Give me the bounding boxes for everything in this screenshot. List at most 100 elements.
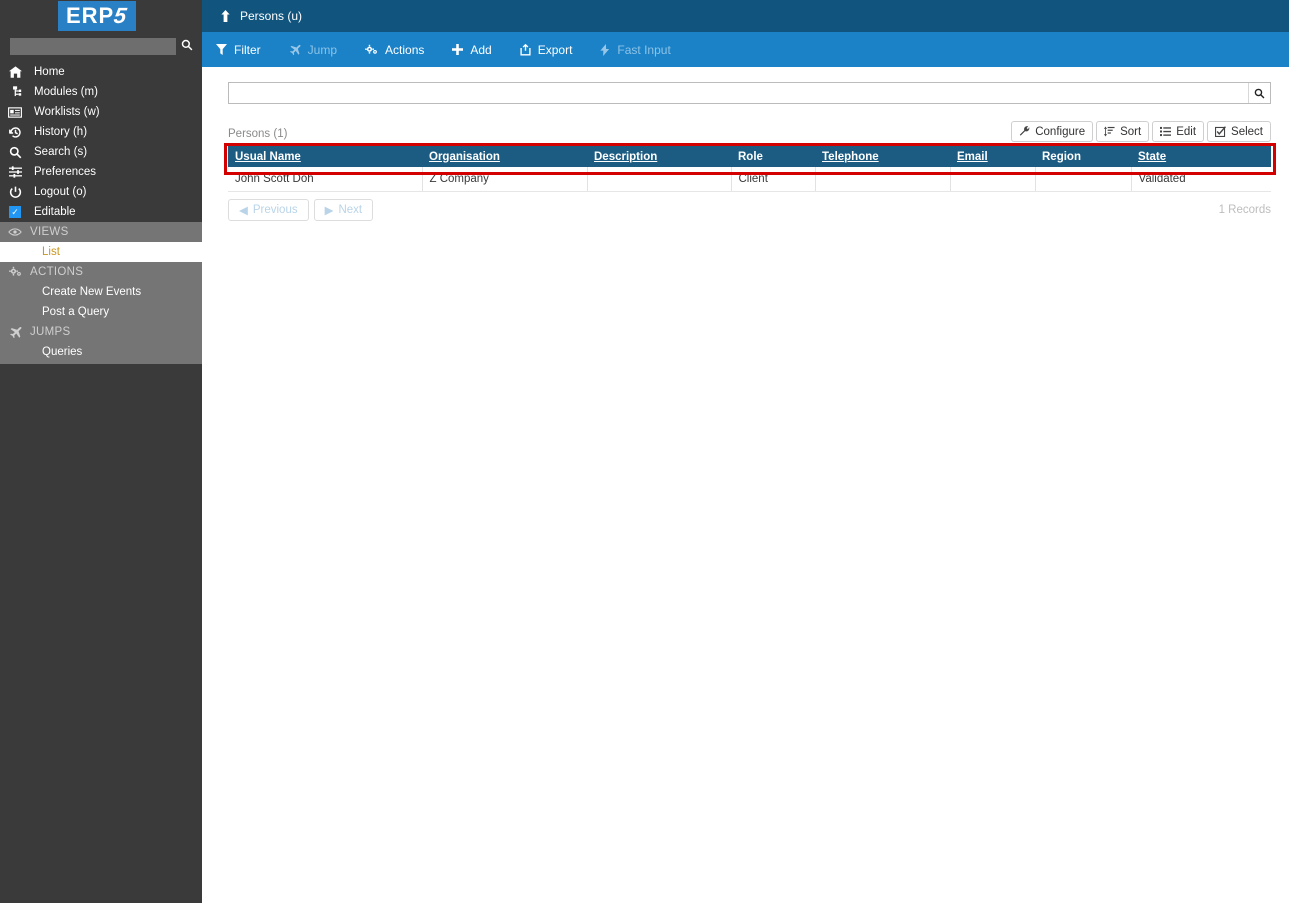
button-label: Sort — [1120, 125, 1142, 138]
sidebar-search-input[interactable] — [10, 37, 176, 55]
breadcrumb[interactable]: Persons (u) — [240, 9, 302, 23]
listing-title: Persons (1) — [228, 128, 288, 140]
logo-accent: 5 — [112, 2, 130, 28]
search-icon[interactable] — [176, 39, 198, 54]
list-icon — [1160, 126, 1172, 137]
action-label: Filter — [234, 42, 261, 57]
sidebar-section-jumps: JUMPS — [0, 322, 202, 342]
cell-description — [587, 167, 732, 192]
filter-icon — [216, 44, 227, 55]
sidebar-item-editable[interactable]: ✓ Editable — [0, 202, 202, 222]
button-label: Select — [1231, 125, 1263, 138]
logo-spacer — [0, 0, 58, 32]
action-label: Add — [470, 42, 492, 57]
column-header-region: Region — [1035, 146, 1131, 167]
sort-button[interactable]: Sort — [1096, 121, 1150, 142]
app-root: ERP 5 Home Modules (m) Worklists (w) His… — [0, 0, 1289, 903]
eye-icon — [0, 227, 30, 237]
filter-button[interactable]: Filter — [202, 32, 275, 67]
button-label: Edit — [1176, 125, 1197, 138]
arrow-up-icon[interactable] — [220, 10, 231, 22]
sidebar-item-list[interactable]: List — [0, 242, 202, 262]
column-header-state[interactable]: State — [1131, 146, 1271, 167]
sidebar-item-queries[interactable]: Queries — [0, 342, 202, 362]
sidebar-link-label: Post a Query — [42, 306, 110, 318]
edit-button[interactable]: Edit — [1152, 121, 1205, 142]
plus-icon — [452, 44, 464, 55]
sort-icon — [1104, 126, 1115, 137]
caret-left-icon: ◀ — [239, 204, 248, 217]
record-count: 1 Records — [1218, 203, 1271, 216]
sidebar-section-label: ACTIONS — [30, 266, 84, 278]
column-header-role: Role — [731, 146, 815, 167]
table-header-row: Usual Name Organisation Description Role… — [228, 146, 1271, 167]
sidebar-item-label: Home — [34, 66, 65, 78]
sidebar-item-label: History (h) — [34, 126, 88, 138]
sidebar-link-label: Queries — [42, 346, 83, 358]
sidebar-item-label: Preferences — [34, 166, 97, 178]
export-button[interactable]: Export — [506, 32, 587, 67]
action-label: Export — [537, 42, 573, 57]
listing-table: Usual Name Organisation Description Role… — [228, 146, 1271, 192]
pagination-row: ◀ Previous ▶ Next 1 Records — [228, 198, 1271, 221]
column-header-telephone[interactable]: Telephone — [815, 146, 950, 167]
sidebar-secondary-block: VIEWS List ACTIONS Create New Events Pos… — [0, 222, 202, 364]
content-area: Persons (1) Configure Sort Edit Select U… — [202, 67, 1289, 221]
column-header-email[interactable]: Email — [950, 146, 1035, 167]
search-icon[interactable] — [1248, 83, 1270, 103]
sidebar-link-label: Create New Events — [42, 286, 142, 298]
sidebar-link-label: List — [42, 246, 60, 258]
action-label: Jump — [307, 42, 338, 57]
cell-role: Client — [731, 167, 816, 192]
cell-email — [950, 167, 1036, 192]
actions-button[interactable]: Actions — [351, 32, 438, 67]
sidebar-item-label: Search (s) — [34, 146, 88, 158]
action-label: Fast Input — [617, 42, 671, 57]
sliders-icon — [0, 166, 30, 178]
sidebar-item-label: Logout (o) — [34, 186, 87, 198]
plane-icon — [289, 44, 301, 55]
add-button[interactable]: Add — [438, 32, 505, 67]
sidebar-item-create-new-events[interactable]: Create New Events — [0, 282, 202, 302]
configure-button[interactable]: Configure — [1011, 121, 1094, 142]
checkbox-checked-icon[interactable]: ✓ — [0, 206, 30, 218]
cell-organisation: Z Company — [422, 167, 588, 192]
sidebar-section-label: JUMPS — [30, 326, 71, 338]
listing-header: Persons (1) Configure Sort Edit Select — [228, 120, 1271, 142]
cell-region — [1035, 167, 1132, 192]
sidebar-item-worklists[interactable]: Worklists (w) — [0, 102, 202, 122]
sidebar-item-search[interactable]: Search (s) — [0, 142, 202, 162]
previous-button[interactable]: ◀ Previous — [228, 198, 309, 221]
column-header-organisation[interactable]: Organisation — [422, 146, 587, 167]
sidebar-item-preferences[interactable]: Preferences — [0, 162, 202, 182]
listing-toolbar: Configure Sort Edit Select — [1011, 121, 1271, 142]
select-button[interactable]: Select — [1207, 121, 1271, 142]
sidebar: ERP 5 Home Modules (m) Worklists (w) His… — [0, 0, 202, 903]
sidebar-item-modules[interactable]: Modules (m) — [0, 82, 202, 102]
sitemap-icon — [0, 86, 30, 98]
column-header-usual-name[interactable]: Usual Name — [228, 146, 422, 167]
sidebar-item-home[interactable]: Home — [0, 62, 202, 82]
search-input[interactable] — [229, 83, 1248, 103]
button-label: Next — [338, 203, 363, 216]
fast-input-button[interactable]: Fast Input — [586, 32, 684, 67]
sidebar-item-label: Modules (m) — [34, 86, 98, 98]
button-label: Configure — [1035, 125, 1086, 138]
erp5-logo[interactable]: ERP 5 — [58, 1, 136, 31]
jump-button[interactable]: Jump — [275, 32, 351, 67]
checkbox-icon — [1215, 126, 1226, 137]
cell-usual-name[interactable]: John Scott Doh — [228, 167, 423, 192]
sidebar-item-post-a-query[interactable]: Post a Query — [0, 302, 202, 322]
sidebar-item-history[interactable]: History (h) — [0, 122, 202, 142]
home-icon — [0, 66, 30, 78]
sidebar-item-logout[interactable]: Logout (o) — [0, 182, 202, 202]
next-button[interactable]: ▶ Next — [313, 198, 374, 221]
column-header-description[interactable]: Description — [587, 146, 731, 167]
sidebar-nav: Home Modules (m) Worklists (w) History (… — [0, 62, 202, 222]
main-area: Persons (u) Filter Jump Actions Add Expo… — [202, 0, 1289, 903]
action-label: Actions — [385, 42, 425, 57]
power-icon — [0, 186, 30, 199]
sidebar-section-actions: ACTIONS — [0, 262, 202, 282]
table-row[interactable]: John Scott Doh Z Company Client Validate… — [228, 167, 1271, 192]
history-icon — [0, 126, 30, 139]
